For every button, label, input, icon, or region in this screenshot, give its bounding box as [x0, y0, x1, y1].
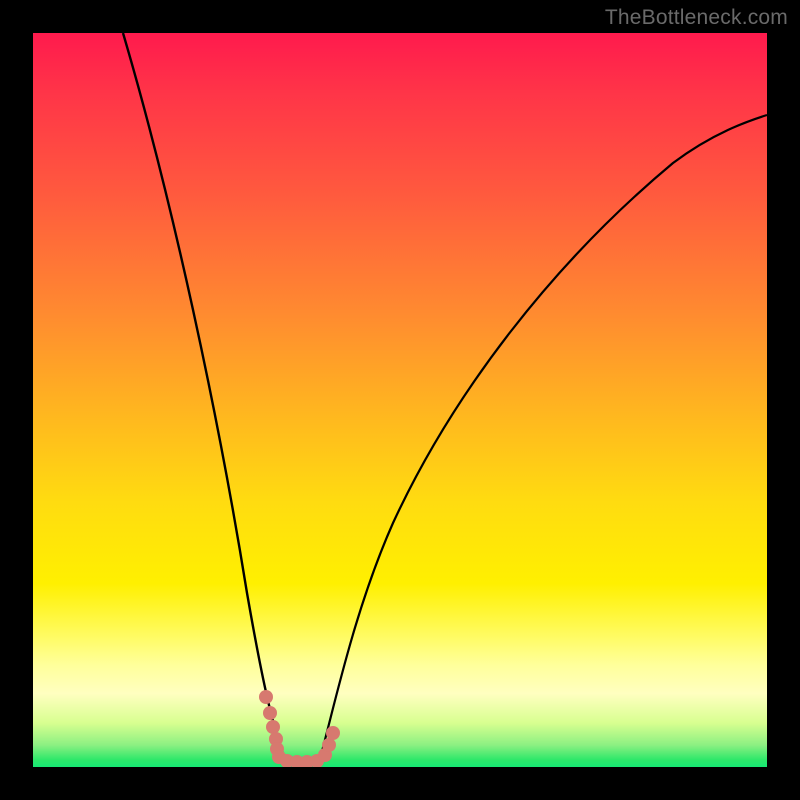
optimum-marker [259, 690, 340, 767]
right-curve [318, 115, 767, 766]
chart-frame: TheBottleneck.com [0, 0, 800, 800]
watermark-text: TheBottleneck.com [605, 6, 788, 30]
chart-curves [33, 33, 767, 767]
left-curve [123, 33, 288, 766]
plot-area [33, 33, 767, 767]
